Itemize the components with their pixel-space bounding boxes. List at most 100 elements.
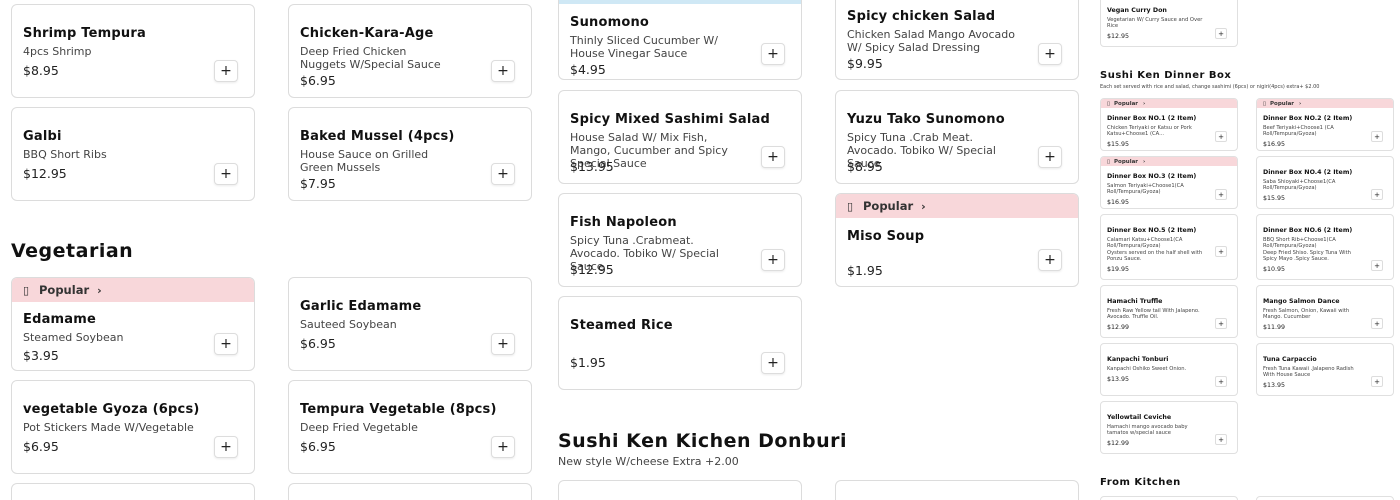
plus-icon: + [767,252,779,268]
item-name: Dinner Box NO.3 (2 Item) [1107,173,1197,180]
add-button[interactable]: + [1215,376,1227,387]
add-button[interactable]: + [491,60,515,82]
item-name: Shrimp Tempura [23,26,146,41]
menu-item-miso-soup[interactable]: ▯ Popular › Miso Soup $1.95 + [835,193,1079,287]
popular-badge: ▯ Popular › [836,194,1078,218]
plus-icon: + [497,63,509,79]
menu-item-baked-mussel[interactable]: Baked Mussel (4pcs) House Sauce on Grill… [288,107,532,201]
add-button[interactable]: + [491,163,515,185]
menu-item-dinner-box-3[interactable]: ▯ Popular › Dinner Box NO.3 (2 Item) Salmo… [1100,156,1238,209]
menu-item-chicken-kara-age[interactable]: Chicken-Kara-Age Deep Fried Chicken Nugg… [288,4,532,98]
item-description: Thinly Sliced Cucumber W/ House Vinegar … [570,34,718,60]
add-button[interactable]: + [1371,189,1383,200]
add-button[interactable]: + [1215,434,1227,445]
menu-item-spicy-chicken-salad[interactable]: Spicy chicken Salad Chicken Salad Mango … [835,0,1079,80]
menu-item-yuzu-tako-sunomono[interactable]: Yuzu Tako Sunomono Spicy Tuna .Crab Meat… [835,90,1079,184]
item-price: $8.95 [23,63,59,78]
item-price: $12.99 [1107,440,1130,447]
add-button[interactable]: + [214,333,238,355]
add-button[interactable]: + [491,436,515,458]
item-name: Yellowtail Ceviche [1107,414,1172,421]
add-button[interactable]: + [761,43,785,65]
item-description: Salmon Teriyaki+Choose1(CA Roll/Tempura/… [1107,183,1184,195]
menu-item-edamame[interactable]: ▯ Popular › Edamame Steamed Soybean $3.9… [11,277,255,371]
menu-item-sunomono[interactable]: Sunomono Thinly Sliced Cucumber W/ House… [558,0,802,80]
menu-item-kanpachi-tonburi[interactable]: Kanpachi Tonburi Kanpachi Oshiko Sweet O… [1100,343,1238,396]
item-description: 4pcs Shrimp [23,45,92,58]
plus-icon: + [1374,190,1380,199]
add-button[interactable]: + [1371,318,1383,329]
menu-item-fish-napoleon[interactable]: Fish Napoleon Spicy Tuna .Crabmeat. Avoc… [558,193,802,287]
add-button[interactable]: + [1038,249,1062,271]
add-button[interactable]: + [1215,28,1227,39]
menu-item-yellowtail-ceviche[interactable]: Yellowtail Ceviche Hamachi mango avocado… [1100,401,1238,454]
item-price: $16.95 [1263,141,1286,148]
add-button[interactable]: + [1215,246,1227,257]
item-price: $12.95 [570,262,614,277]
menu-item-shrimp-tempura[interactable]: Shrimp Tempura 4pcs Shrimp $8.95 + [11,4,255,98]
menu-item-steamed-rice[interactable]: Steamed Rice $1.95 + [558,296,802,390]
menu-item-card[interactable] [558,480,802,500]
add-button[interactable]: + [1215,189,1227,200]
menu-item-garlic-edamame[interactable]: Garlic Edamame Sauteed Soybean $6.95 + [288,277,532,371]
add-button[interactable]: + [214,163,238,185]
popular-label: Popular [1114,158,1139,165]
menu-item-spicy-mixed-sashimi-salad[interactable]: Spicy Mixed Sashimi Salad House Salad W/… [558,90,802,184]
item-description: Deep Fried Chicken Nuggets W/Special Sau… [300,45,441,71]
add-button[interactable]: + [761,249,785,271]
menu-item-dinner-box-2[interactable]: ▯ Popular › Dinner Box NO.2 (2 Item) Beef … [1256,98,1394,151]
item-description: Hamachi mango avocado baby tamatos w/spe… [1107,424,1188,436]
plus-icon: + [1044,252,1056,268]
menu-item-dinner-box-5[interactable]: Dinner Box NO.5 (2 Item) Calamari Katsu+… [1100,214,1238,280]
menu-item-dinner-box-6[interactable]: Dinner Box NO.6 (2 Item) BBQ Short Rib+C… [1256,214,1394,280]
add-button[interactable]: + [1038,146,1062,168]
menu-item-galbi[interactable]: Galbi BBQ Short Ribs $12.95 + [11,107,255,201]
popular-icon: ▯ [847,199,854,213]
item-description: Calamari Katsu+Choose1(CA Roll/Tempura/G… [1107,237,1183,249]
plus-icon: + [767,46,779,62]
item-price: $8.95 [847,159,883,174]
plus-icon: + [1218,319,1224,328]
item-name: Dinner Box NO.2 (2 Item) [1263,115,1353,122]
plus-icon: + [1218,247,1224,256]
add-button[interactable]: + [214,436,238,458]
menu-item-card[interactable] [1256,496,1394,500]
add-button[interactable]: + [1215,131,1227,142]
item-name: Spicy Mixed Sashimi Salad [570,112,771,127]
plus-icon: + [497,166,509,182]
item-description: BBQ Short Rib+Choose1(CA Roll/Tempura/Gy… [1263,237,1336,249]
popular-icon: ▯ [1107,100,1111,107]
item-name: Miso Soup [847,229,925,244]
section-title-from-kitchen: From Kitchen [1100,477,1181,488]
menu-item-tempura-vegetable[interactable]: Tempura Vegetable (8pcs) Deep Fried Vege… [288,380,532,474]
menu-item-dinner-box-4[interactable]: Dinner Box NO.4 (2 Item) Saba Shioyaki+C… [1256,156,1394,209]
item-name: Kanpachi Tonburi [1107,356,1169,363]
add-button[interactable]: + [491,333,515,355]
item-description: BBQ Short Ribs [23,148,107,161]
plus-icon: + [1044,46,1056,62]
add-button[interactable]: + [1371,376,1383,387]
add-button[interactable]: + [761,146,785,168]
item-price: $6.95 [300,439,336,454]
item-name: Garlic Edamame [300,299,422,314]
menu-item-card[interactable] [835,480,1079,500]
item-name: Chicken-Kara-Age [300,26,434,41]
menu-item-card[interactable] [1100,496,1238,500]
menu-item-tuna-carpaccio[interactable]: Tuna Carpaccio Fresh Tuna Kawaii .Jalape… [1256,343,1394,396]
menu-item-card[interactable] [288,483,532,500]
add-button[interactable]: + [214,60,238,82]
menu-item-card[interactable] [11,483,255,500]
menu-item-hamachi-truffle[interactable]: Hamachi Truffle Fresh Raw Yellow tail Wi… [1100,285,1238,338]
add-button[interactable]: + [1038,43,1062,65]
add-button[interactable]: + [1215,318,1227,329]
add-button[interactable]: + [1371,260,1383,271]
menu-item-vegan-curry-don[interactable]: Vegan Curry Don Vegetarian W/ Curry Sauc… [1100,0,1238,47]
item-description: Steamed Soybean [23,331,124,344]
menu-item-vegetable-gyoza[interactable]: vegetable Gyoza (6pcs) Pot Stickers Made… [11,380,255,474]
add-button[interactable]: + [761,352,785,374]
menu-item-dinner-box-1[interactable]: ▯ Popular › Dinner Box NO.1 (2 Item) Chick… [1100,98,1238,151]
plus-icon: + [1218,132,1224,141]
popular-label: Popular [1270,100,1295,107]
menu-item-mango-salmon-dance[interactable]: Mango Salmon Dance Fresh Salmon, Onion, … [1256,285,1394,338]
add-button[interactable]: + [1371,131,1383,142]
